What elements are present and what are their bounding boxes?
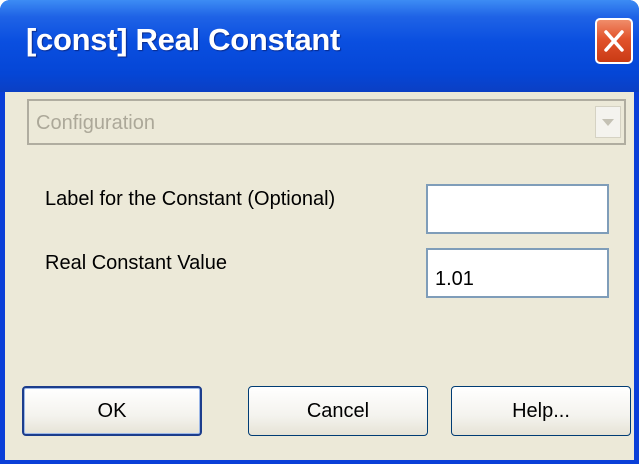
dialog-body: Configuration Label for the Constant (Op… [5, 92, 634, 460]
ok-button[interactable]: OK [22, 386, 202, 436]
constant-value-caption: Real Constant Value [45, 252, 227, 274]
configuration-dropdown-value: Configuration [36, 112, 155, 134]
cancel-button[interactable]: Cancel [248, 386, 428, 436]
dialog-window: [const] Real Constant Configuration Labe… [0, 0, 639, 464]
help-button[interactable]: Help... [451, 386, 631, 436]
close-x-icon [604, 30, 624, 52]
configuration-dropdown-button[interactable] [595, 106, 621, 138]
constant-label-caption: Label for the Constant (Optional) [45, 188, 336, 210]
chevron-down-icon [602, 119, 614, 126]
close-button[interactable] [595, 18, 633, 64]
window-title: [const] Real Constant [26, 22, 341, 57]
title-bar[interactable]: [const] Real Constant [0, 0, 639, 92]
constant-value-input[interactable] [426, 248, 609, 298]
constant-label-input[interactable] [426, 184, 609, 234]
configuration-dropdown[interactable]: Configuration [27, 99, 626, 145]
